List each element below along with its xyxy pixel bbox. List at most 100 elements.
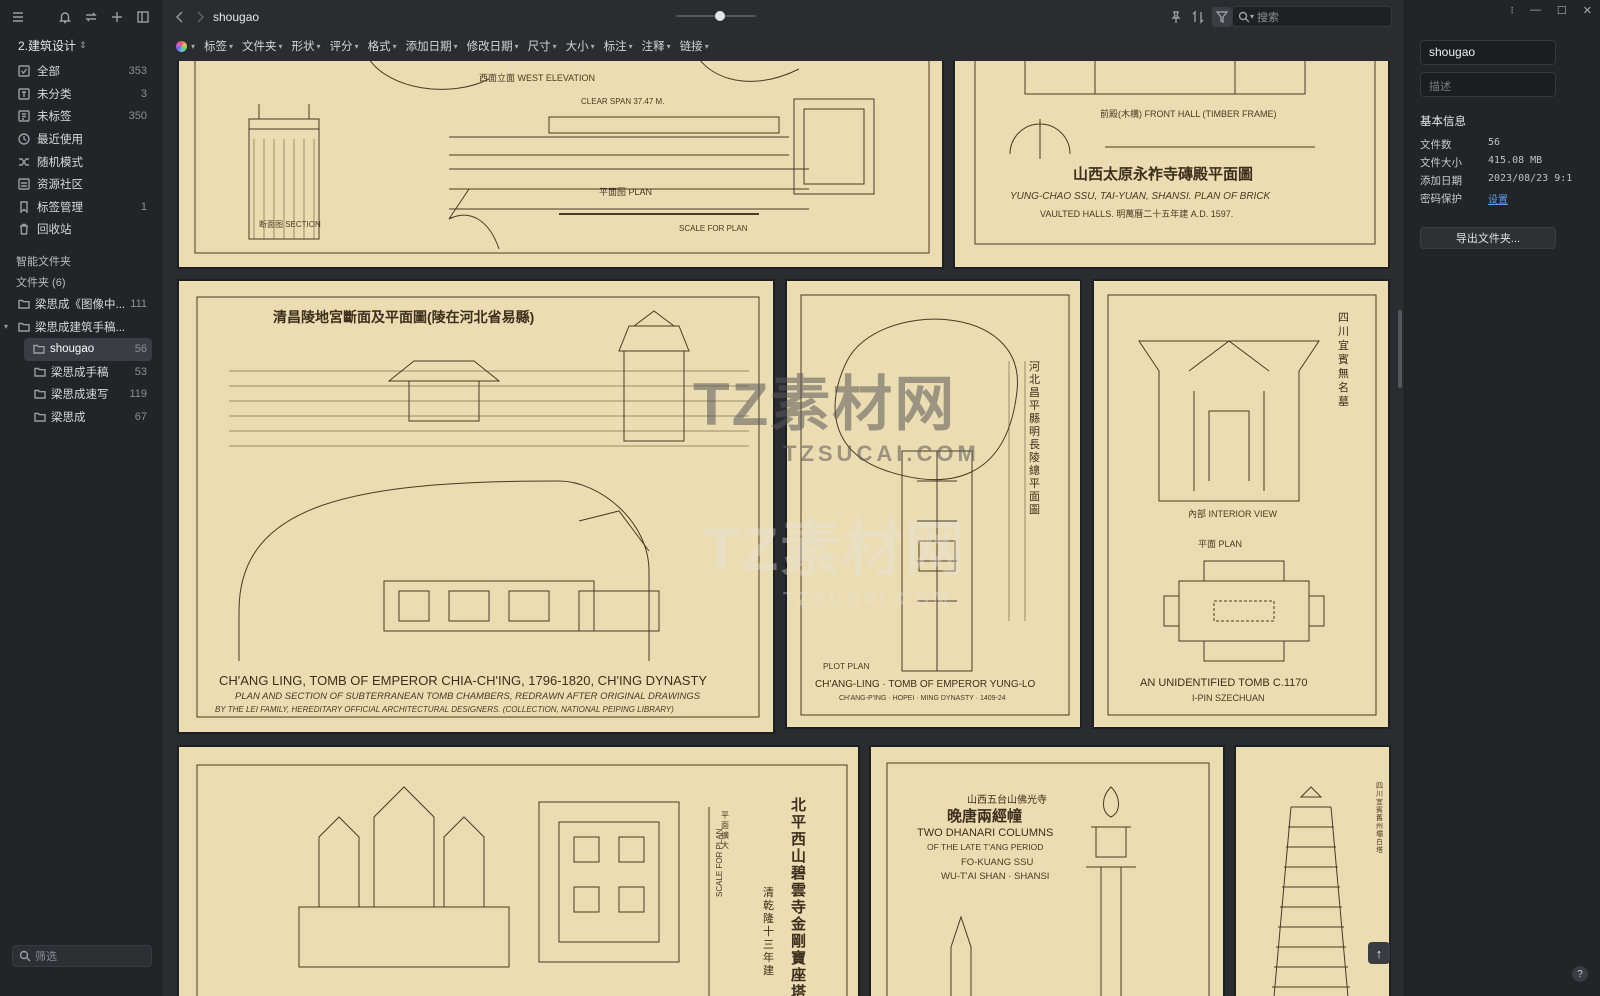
sort-icon[interactable] [1190, 9, 1206, 25]
nav-label: 未分类 [37, 88, 72, 101]
filter-format[interactable]: 格式 ▾ [368, 38, 397, 54]
nav-label: 全部 [37, 66, 60, 79]
trash-icon [17, 222, 31, 236]
scroll-to-top-button[interactable]: ↑ [1368, 942, 1390, 964]
pin-icon[interactable] [1168, 9, 1184, 25]
folder-item[interactable]: 梁思成速写 119 [0, 383, 161, 406]
filter-annotation[interactable]: 标注 ▾ [604, 38, 633, 54]
filter-label: 形状 [291, 41, 315, 53]
nav-item-random[interactable]: 随机模式 [0, 150, 161, 173]
filter-rating[interactable]: 评分 ▾ [330, 38, 359, 54]
image-card[interactable]: 北平西山碧雲寺金剛寶座塔 清乾隆十三年建 SCALE FOR PLAN 平面擴大 [177, 745, 860, 996]
card-caption: 西面立面 WEST ELEVATION [479, 73, 596, 83]
help-icon[interactable]: ? [1572, 966, 1588, 982]
grid-scrollbar[interactable] [1398, 310, 1402, 388]
search-input[interactable]: ▾ 搜索 [1232, 6, 1392, 27]
nav-item-all[interactable]: 全部 353 [0, 60, 161, 83]
drawing-thumbnail [196, 764, 848, 996]
folder-name-field[interactable]: shougao [1420, 40, 1556, 65]
nav-item-community[interactable]: 资源社区 [0, 173, 161, 196]
menu-icon[interactable] [10, 9, 26, 25]
filter-color[interactable]: ▾ [176, 40, 195, 52]
nav-count: 353 [128, 65, 147, 78]
card-caption: 北平西山碧雲寺金剛寶座塔 [791, 797, 807, 996]
export-folder-button[interactable]: 导出文件夹... [1420, 227, 1556, 249]
info-key: 密码保护 [1420, 193, 1462, 205]
basic-info-title: 基本信息 [1420, 116, 1466, 128]
card-caption: 四川宜賓無名墓 [1338, 312, 1349, 408]
nav-item-untagged[interactable]: 未标签 350 [0, 105, 161, 128]
image-card[interactable]: 西面立面 WEST ELEVATION CLEAR SPAN 37.47 M. … [177, 61, 944, 269]
folder-item[interactable]: 梁思成《图像中... 111 [0, 293, 161, 316]
card-caption: 平面图 PLAN [599, 187, 653, 197]
folder-count: 119 [129, 388, 147, 401]
card-caption: 平面擴大 [721, 811, 729, 850]
folder-icon [33, 365, 47, 379]
zoom-slider-handle[interactable] [715, 11, 725, 21]
sync-icon[interactable] [83, 9, 99, 25]
chevron-down-icon[interactable]: ▾ [1250, 12, 1254, 21]
nav-item-recent[interactable]: 最近使用 [0, 128, 161, 151]
nav-label: 标签管理 [37, 201, 83, 214]
folder-item-active[interactable]: shougao 56 [24, 337, 152, 361]
card-caption: TWO DHANARI COLUMNS [917, 827, 1054, 839]
sidebar-filter-input[interactable]: 筛选 [12, 945, 152, 967]
forward-icon[interactable] [192, 9, 208, 25]
filter-shape[interactable]: 形状 ▾ [292, 38, 321, 54]
image-card[interactable]: 河北昌平縣明長陵總平面圖 PLOT PLAN CH'ANG-LING · TOM… [785, 279, 1082, 729]
add-icon[interactable] [109, 9, 125, 25]
filter-modified-date[interactable]: 修改日期 ▾ [467, 38, 519, 54]
info-value: 56 [1488, 137, 1501, 148]
card-caption: CH'ANG-P'ING · HOPEI · MING DYNASTY · 14… [839, 695, 1006, 702]
all-icon [17, 64, 31, 78]
chevron-down-icon[interactable]: ▾ [4, 322, 17, 331]
filter-dimensions[interactable]: 尺寸 ▾ [528, 38, 557, 54]
nav-label: 未标签 [37, 111, 72, 124]
filter-folder[interactable]: 文件夹 ▾ [242, 38, 283, 54]
zoom-slider[interactable] [676, 11, 756, 21]
image-card[interactable]: 前殿(木構) FRONT HALL (TIMBER FRAME) 山西太原永祚寺… [953, 61, 1390, 269]
image-card[interactable]: 山西五台山佛光寺 晚唐兩經幢 TWO DHANARI COLUMNS OF TH… [869, 745, 1225, 996]
description-field[interactable]: 描述 [1420, 72, 1556, 97]
card-caption: YUNG-CHAO SSU, TAI-YUAN, SHANSI. PLAN OF… [1010, 191, 1271, 202]
smart-folders-title[interactable]: 智能文件夹 [0, 251, 161, 272]
maximize-icon[interactable]: ☐ [1557, 4, 1567, 17]
filter-link[interactable]: 链接 ▾ [680, 38, 709, 54]
close-icon[interactable]: ✕ [1583, 4, 1592, 17]
folders-title[interactable]: 文件夹 (6) [0, 272, 161, 293]
pin-window-icon[interactable]: ⁝ [1510, 4, 1514, 17]
sidebar: 2.建筑设计 ⇕ 全部 353 未分类 3 未标签 350 最近使用 随机模式 资源社区… [0, 0, 162, 996]
bell-icon[interactable] [57, 9, 73, 25]
layout-icon[interactable] [135, 9, 151, 25]
folder-label: shougao [50, 343, 95, 356]
filter-size[interactable]: 大小 ▾ [566, 38, 595, 54]
nav-item-tags[interactable]: 标签管理 1 [0, 196, 161, 219]
inspector-panel: ⁝ — ☐ ✕ shougao 描述 基本信息 文件数 56 文件大小 415.08… [1404, 0, 1600, 996]
filter-notes[interactable]: 注释 ▾ [642, 38, 671, 54]
password-set-link[interactable]: 设置 [1488, 191, 1508, 206]
nav-count: 1 [140, 200, 147, 213]
minimize-icon[interactable]: — [1530, 4, 1541, 17]
back-icon[interactable] [172, 9, 188, 25]
filter-tags[interactable]: 标签 ▾ [204, 38, 233, 54]
nav-item-uncategorized[interactable]: 未分类 3 [0, 83, 161, 106]
chevron-updown-icon: ⇕ [79, 39, 87, 50]
library-switcher[interactable]: 2.建筑设计 ⇕ [0, 34, 161, 56]
nav-item-trash[interactable]: 回收站 [0, 218, 161, 241]
nav-label: 最近使用 [37, 134, 83, 147]
filter-icon[interactable] [1212, 7, 1232, 27]
folder-item-expanded[interactable]: ▾ 梁思成建筑手稿... [0, 315, 161, 338]
card-caption: 晚唐兩經幢 [947, 808, 1023, 825]
folder-item[interactable]: 梁思成手稿 53 [0, 361, 161, 384]
image-card[interactable]: 清昌陵地宮斷面及平面圖(陵在河北省易縣) CH'ANG LING, TOMB O… [177, 279, 775, 734]
image-card[interactable]: 四川宜賓無名墓 內部 INTERIOR VIEW 平面 PLAN AN UNID… [1092, 279, 1390, 729]
filter-added-date[interactable]: 添加日期 ▾ [406, 38, 458, 54]
card-caption: 河北昌平縣明長陵總平面圖 [1029, 361, 1040, 516]
card-caption: WU-T'AI SHAN · SHANSI [941, 871, 1050, 882]
card-caption: I-PIN SZECHUAN [1192, 693, 1265, 703]
filter-label: 修改日期 [466, 41, 513, 53]
shuffle-icon [17, 155, 31, 169]
image-grid: 西面立面 WEST ELEVATION CLEAR SPAN 37.47 M. … [163, 61, 1403, 996]
card-caption: CLEAR SPAN 37.47 M. [581, 97, 665, 106]
folder-item[interactable]: 梁思成 67 [0, 406, 161, 429]
